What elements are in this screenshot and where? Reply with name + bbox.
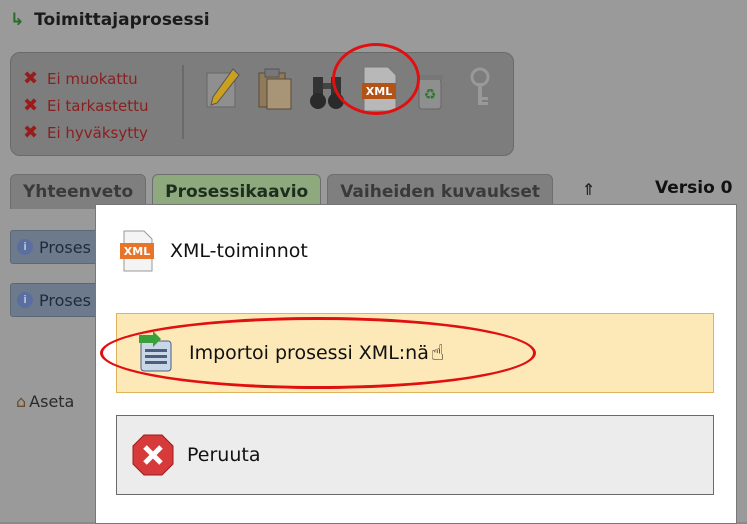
pencil-icon[interactable] <box>203 65 243 113</box>
version-label: Versio 0 <box>655 178 733 198</box>
settings-link[interactable]: ⌂ Aseta <box>16 392 74 411</box>
process-row[interactable]: i Proses <box>10 230 98 264</box>
page-title-text: Toimittajaprosessi <box>34 10 210 30</box>
dialog-title: XML-toiminnot <box>170 240 308 262</box>
info-icon: i <box>17 239 33 255</box>
highlight-circle <box>332 43 420 115</box>
clipboard-icon[interactable] <box>255 65 295 113</box>
process-row[interactable]: i Proses <box>10 283 98 317</box>
cancel-button[interactable]: Peruuta <box>116 415 714 495</box>
settings-label: Aseta <box>29 392 75 411</box>
process-row-label: Proses <box>39 290 91 310</box>
xml-file-icon: XML <box>120 230 154 272</box>
page-title: ↳ Toimittajaprosessi <box>10 10 210 30</box>
key-icon[interactable] <box>463 65 497 113</box>
cross-icon: ✖ <box>23 122 39 143</box>
toolbar-divider <box>182 65 184 139</box>
process-row-label: Proses <box>39 237 91 257</box>
cancel-label: Peruuta <box>187 444 261 466</box>
status-list: ✖ Ei muokattu ✖ Ei tarkastettu ✖ Ei hyvä… <box>23 65 148 146</box>
home-icon: ⌂ <box>16 392 27 411</box>
highlight-ellipse <box>100 317 536 389</box>
xml-badge-label: XML <box>124 245 150 258</box>
cross-icon: ✖ <box>23 68 39 89</box>
status-item: ✖ Ei muokattu <box>23 65 148 92</box>
status-item: ✖ Ei hyväksytty <box>23 119 148 146</box>
cross-icon: ✖ <box>23 95 39 116</box>
status-label: Ei tarkastettu <box>47 96 149 115</box>
dialog-header: XML XML-toiminnot <box>120 229 308 273</box>
return-arrow-icon[interactable]: ↳ <box>10 10 24 30</box>
toolbar: ✖ Ei muokattu ✖ Ei tarkastettu ✖ Ei hyvä… <box>10 52 514 156</box>
info-icon: i <box>17 292 33 308</box>
status-label: Ei hyväksytty <box>47 123 148 142</box>
status-item: ✖ Ei tarkastettu <box>23 92 148 119</box>
status-label: Ei muokattu <box>47 69 138 88</box>
cancel-icon <box>132 434 174 476</box>
collapse-icon[interactable]: ⇑ <box>582 180 595 199</box>
svg-text:♻: ♻ <box>424 87 437 103</box>
